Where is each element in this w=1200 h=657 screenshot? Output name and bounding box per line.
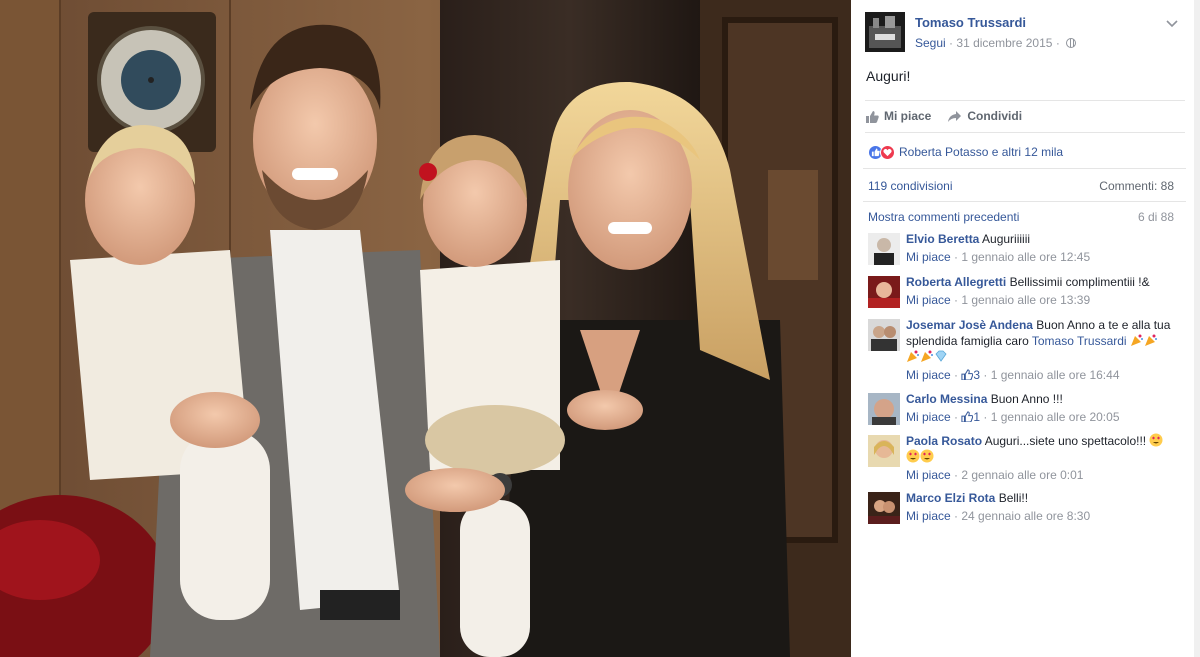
post-content: Tomaso Trussardi Segui · 31 dicembre 201… bbox=[851, 0, 1194, 657]
shares-count-link[interactable]: 119 condivisioni bbox=[868, 179, 953, 193]
post-side-panel: Tomaso Trussardi Segui · 31 dicembre 201… bbox=[851, 0, 1200, 657]
comment-meta: Mi piace · 2 gennaio alle ore 0:01 bbox=[906, 468, 1084, 482]
comment-like-link[interactable]: Mi piace bbox=[906, 509, 951, 523]
comment-emoji-line bbox=[906, 349, 1181, 365]
reactions-summary-text: Roberta Potasso e altri 12 mila bbox=[899, 145, 1064, 159]
comment-author-link[interactable]: Carlo Messina bbox=[906, 392, 987, 406]
commenter-avatar[interactable] bbox=[868, 319, 900, 351]
post-text: Auguri! bbox=[866, 68, 911, 84]
chevron-down-icon[interactable] bbox=[1165, 16, 1179, 30]
panel-scrollbar[interactable] bbox=[1194, 0, 1200, 657]
comments-count-link[interactable]: Commenti: 88 bbox=[1099, 179, 1174, 193]
comment-timestamp[interactable]: 24 gennaio alle ore 8:30 bbox=[961, 509, 1090, 523]
comment-like-count[interactable]: 3 bbox=[961, 368, 980, 382]
comment-mention-link[interactable]: Tomaso Trussardi bbox=[1032, 334, 1127, 348]
commenter-avatar[interactable] bbox=[868, 492, 900, 524]
comment-timestamp[interactable]: 1 gennaio alle ore 20:05 bbox=[991, 410, 1120, 424]
meta-separator-2: · bbox=[1055, 36, 1060, 50]
divider bbox=[865, 100, 1185, 101]
comments-visible-count: 6 di 88 bbox=[1137, 210, 1174, 224]
love-reaction-icon bbox=[880, 144, 895, 160]
comment-timestamp[interactable]: 1 gennaio alle ore 12:45 bbox=[961, 250, 1090, 264]
comment-like-link[interactable]: Mi piace bbox=[906, 468, 951, 482]
comment-body: Marco Elzi Rota Belli!! Mi piace · 24 ge… bbox=[906, 490, 1181, 524]
commenter-avatar[interactable] bbox=[868, 276, 900, 308]
post-meta: Segui · 31 dicembre 2015 · bbox=[915, 36, 1077, 50]
thumbs-up-icon bbox=[961, 411, 974, 423]
comment-meta: Mi piace · 1 gennaio alle ore 12:45 bbox=[906, 250, 1091, 264]
comment-author-link[interactable]: Elvio Beretta bbox=[906, 232, 979, 246]
party-popper-icon bbox=[1130, 333, 1144, 347]
post-date[interactable]: 31 dicembre 2015 bbox=[956, 36, 1052, 50]
divider bbox=[863, 201, 1186, 202]
divider bbox=[865, 132, 1185, 133]
comment-meta: Mi piace · 24 gennaio alle ore 8:30 bbox=[906, 509, 1091, 523]
follow-link[interactable]: Segui bbox=[915, 36, 946, 50]
party-popper-icon bbox=[920, 349, 934, 363]
comment-like-link[interactable]: Mi piace bbox=[906, 368, 951, 382]
comment-like-link[interactable]: Mi piace bbox=[906, 250, 951, 264]
comment-meta: Mi piace · 1 · 1 gennaio alle ore 20:05 bbox=[906, 410, 1120, 424]
share-button[interactable]: Condividi bbox=[947, 107, 1022, 125]
comment-body: Elvio Beretta Auguriiiiii Mi piace · 1 g… bbox=[906, 231, 1181, 265]
comment-body: Roberta Allegretti Bellissimii complimen… bbox=[906, 274, 1181, 308]
like-button[interactable]: Mi piace bbox=[865, 107, 931, 125]
comment-emoji-line bbox=[906, 449, 1181, 465]
comment-like-link[interactable]: Mi piace bbox=[906, 410, 951, 424]
comment-text: Belli!! bbox=[998, 491, 1029, 505]
comment-body: Josemar Josè Andena Buon Anno a te e all… bbox=[906, 317, 1181, 383]
page-avatar[interactable] bbox=[865, 12, 905, 52]
heart-eyes-emoji-icon bbox=[1149, 433, 1163, 447]
comment-author-link[interactable]: Paola Rosato bbox=[906, 434, 982, 448]
commenter-avatar[interactable] bbox=[868, 233, 900, 265]
party-popper-icon bbox=[906, 349, 920, 363]
globe-icon[interactable] bbox=[1066, 38, 1077, 48]
comment-text: Auguri...siete uno spettacolo!!! bbox=[984, 434, 1147, 448]
comment-body: Carlo Messina Buon Anno !!! Mi piace · 1… bbox=[906, 391, 1181, 425]
comment-meta: Mi piace · 1 gennaio alle ore 13:39 bbox=[906, 293, 1091, 307]
feedback-box: Roberta Potasso e altri 12 mila 119 cond… bbox=[863, 135, 1188, 524]
comment-like-count[interactable]: 1 bbox=[961, 410, 980, 424]
comment-text: Auguriiiiii bbox=[982, 232, 1031, 246]
gem-icon bbox=[934, 349, 948, 363]
comment-like-link[interactable]: Mi piace bbox=[906, 293, 951, 307]
comment-timestamp[interactable]: 1 gennaio alle ore 13:39 bbox=[961, 293, 1090, 307]
page-avatar-image bbox=[865, 12, 905, 52]
share-button-label: Condividi bbox=[967, 109, 1023, 123]
party-popper-icon bbox=[1144, 333, 1158, 347]
post-header: Tomaso Trussardi Segui · 31 dicembre 201… bbox=[865, 12, 1185, 52]
heart-eyes-emoji-icon bbox=[920, 449, 934, 463]
heart-eyes-emoji-icon bbox=[906, 449, 920, 463]
comment-author-link[interactable]: Marco Elzi Rota bbox=[906, 491, 995, 505]
comment-timestamp[interactable]: 1 gennaio alle ore 16:44 bbox=[991, 368, 1120, 382]
share-arrow-icon bbox=[948, 110, 962, 122]
comment-timestamp[interactable]: 2 gennaio alle ore 0:01 bbox=[961, 468, 1083, 482]
stats-row: 119 condivisioni Commenti: 88 bbox=[868, 179, 1174, 193]
comment-text: Buon Anno !!! bbox=[990, 392, 1063, 406]
commenter-avatar[interactable] bbox=[868, 435, 900, 467]
post-photo[interactable] bbox=[0, 0, 851, 657]
reactions-summary[interactable]: Roberta Potasso e altri 12 mila bbox=[868, 143, 1063, 161]
meta-separator: · bbox=[949, 36, 954, 50]
comment-meta: Mi piace · 3 · 1 gennaio alle ore 16:44 bbox=[906, 368, 1120, 382]
comment-text: Bellissimii complimentiii !& bbox=[1009, 275, 1150, 289]
like-button-label: Mi piace bbox=[884, 109, 932, 123]
divider bbox=[863, 168, 1186, 169]
thumbs-up-icon bbox=[866, 110, 879, 123]
comments-nav: Mostra commenti precedenti 6 di 88 bbox=[868, 210, 1174, 224]
post-actions: Mi piace Condividi bbox=[865, 107, 1185, 125]
family-photo-image bbox=[0, 0, 851, 657]
thumbs-up-icon bbox=[961, 369, 974, 381]
comment-author-link[interactable]: Roberta Allegretti bbox=[906, 275, 1006, 289]
commenter-avatar[interactable] bbox=[868, 393, 900, 425]
comment-author-link[interactable]: Josemar Josè Andena bbox=[906, 318, 1033, 332]
comment-body: Paola Rosato Auguri...siete uno spettaco… bbox=[906, 433, 1181, 483]
page-name-link[interactable]: Tomaso Trussardi bbox=[915, 15, 1026, 30]
show-previous-comments-link[interactable]: Mostra commenti precedenti bbox=[868, 210, 1019, 224]
